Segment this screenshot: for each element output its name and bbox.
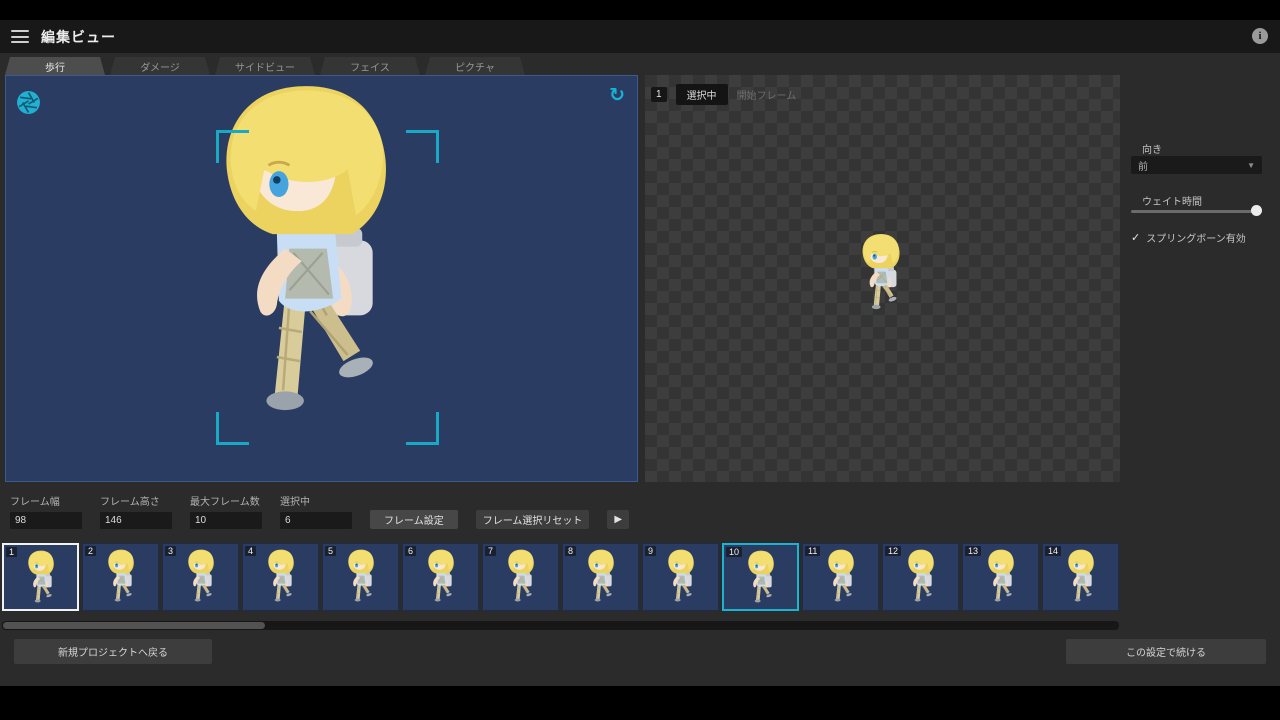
selected-frame-label: 選択中	[280, 493, 352, 508]
filmstrip-frame-7[interactable]: 7	[482, 543, 559, 611]
back-to-new-project-button[interactable]: 新規プロジェクトへ戻る	[14, 639, 212, 664]
frame-number: 13	[965, 546, 981, 556]
character-thumbnail	[1061, 549, 1101, 609]
frame-number: 7	[485, 546, 496, 556]
frame-number: 4	[245, 546, 256, 556]
character-thumbnail	[501, 549, 541, 609]
tab-walk[interactable]: 歩行	[5, 57, 105, 75]
app-window: 編集ビュー i 歩行 ダメージ サイドビュー フェイス ピクチャ ↻ 1 選択中	[0, 20, 1280, 686]
character-thumbnail	[821, 549, 861, 609]
sprite-canvas[interactable]: 1 選択中 開始フレーム	[645, 75, 1120, 482]
frame-height-field: フレーム高さ	[100, 493, 172, 529]
direction-dropdown[interactable]: 前 ▼	[1131, 156, 1262, 174]
frame-settings-button[interactable]: フレーム設定	[370, 510, 458, 529]
max-frames-field: 最大フレーム数	[190, 493, 262, 529]
frame-width-input[interactable]	[10, 512, 82, 529]
play-button[interactable]: ▶	[607, 510, 629, 529]
frame-number: 12	[885, 546, 901, 556]
scrollbar-thumb[interactable]	[3, 622, 265, 629]
header-bar: 編集ビュー i	[0, 20, 1280, 53]
letterboxed-stage: 編集ビュー i 歩行 ダメージ サイドビュー フェイス ピクチャ ↻ 1 選択中	[0, 0, 1280, 720]
frame-number: 11	[805, 546, 820, 556]
filmstrip-frame-6[interactable]: 6	[402, 543, 479, 611]
frame-selection-reset-button[interactable]: フレーム選択リセット	[476, 510, 590, 529]
character-thumbnail	[261, 549, 301, 609]
filmstrip: 1234567891011121314	[2, 543, 1119, 611]
filmstrip-frame-5[interactable]: 5	[322, 543, 399, 611]
character-thumbnail	[661, 549, 701, 609]
filmstrip-frame-2[interactable]: 2	[82, 543, 159, 611]
hamburger-menu-icon[interactable]	[11, 30, 29, 43]
slider-knob[interactable]	[1251, 205, 1262, 216]
current-frame-badge: 1	[651, 87, 667, 102]
focus-bracket-top-right	[406, 130, 439, 163]
frame-number: 2	[85, 546, 96, 556]
character-thumbnail	[741, 550, 781, 610]
frame-settings-row: フレーム幅 フレーム高さ 最大フレーム数 選択中 フレーム設定 フレーム選択リセ…	[10, 493, 629, 529]
filmstrip-scrollbar[interactable]	[2, 621, 1119, 630]
filmstrip-frame-14[interactable]: 14	[1042, 543, 1119, 611]
wait-time-slider[interactable]	[1131, 204, 1262, 218]
filmstrip-frame-10[interactable]: 10	[722, 543, 799, 611]
selected-frame-field: 選択中	[280, 493, 352, 529]
selected-frame-input[interactable]	[280, 512, 352, 529]
tab-sideview[interactable]: サイドビュー	[215, 57, 315, 75]
springbone-label: スプリングボーン有効	[1146, 230, 1246, 245]
focus-bracket-top-left	[216, 130, 249, 163]
tab-picture[interactable]: ピクチャ	[425, 57, 525, 75]
character-thumbnail	[21, 550, 61, 610]
refresh-rotate-icon[interactable]: ↻	[609, 86, 625, 105]
filmstrip-frame-1[interactable]: 1	[2, 543, 79, 611]
sprite-toolbar: 1 選択中 開始フレーム	[651, 84, 796, 105]
filmstrip-frame-13[interactable]: 13	[962, 543, 1039, 611]
frame-width-field: フレーム幅	[10, 493, 82, 529]
frame-height-input[interactable]	[100, 512, 172, 529]
filmstrip-frame-3[interactable]: 3	[162, 543, 239, 611]
frame-width-label: フレーム幅	[10, 493, 82, 508]
character-thumbnail	[981, 549, 1021, 609]
frame-number: 1	[6, 547, 17, 557]
tab-bar: 歩行 ダメージ サイドビュー フェイス ピクチャ	[5, 57, 525, 75]
settings-sidebar: 向き 前 ▼ ウェイト時間 ✓ スプリングボーン有効	[1120, 75, 1280, 486]
filmstrip-frame-11[interactable]: 11	[802, 543, 879, 611]
page-title: 編集ビュー	[41, 27, 116, 47]
frame-height-label: フレーム高さ	[100, 493, 172, 508]
max-frames-input[interactable]	[190, 512, 262, 529]
checkmark-icon: ✓	[1131, 231, 1140, 244]
character-sprite	[852, 233, 910, 320]
filmstrip-frame-9[interactable]: 9	[642, 543, 719, 611]
frame-number: 6	[405, 546, 416, 556]
direction-value: 前	[1138, 158, 1148, 173]
character-thumbnail	[901, 549, 941, 609]
character-thumbnail	[101, 549, 141, 609]
character-thumbnail	[341, 549, 381, 609]
slider-track	[1131, 210, 1262, 213]
info-icon[interactable]: i	[1252, 28, 1268, 44]
frame-number: 8	[565, 546, 576, 556]
frame-number: 14	[1045, 546, 1061, 556]
selected-toggle-button[interactable]: 選択中	[676, 84, 728, 105]
focus-bracket-bottom-left	[216, 412, 249, 445]
chevron-down-icon: ▼	[1247, 161, 1255, 170]
filmstrip-frame-4[interactable]: 4	[242, 543, 319, 611]
character-preview-viewport[interactable]: ↻	[5, 75, 638, 482]
filmstrip-frame-8[interactable]: 8	[562, 543, 639, 611]
character-thumbnail	[421, 549, 461, 609]
direction-label: 向き	[1142, 141, 1162, 156]
tab-damage[interactable]: ダメージ	[110, 57, 210, 75]
character-thumbnail	[581, 549, 621, 609]
focus-bracket-bottom-right	[406, 412, 439, 445]
filmstrip-frame-12[interactable]: 12	[882, 543, 959, 611]
frame-number: 5	[325, 546, 336, 556]
start-frame-toggle[interactable]: 開始フレーム	[737, 87, 797, 102]
tab-face[interactable]: フェイス	[320, 57, 420, 75]
springbone-checkbox[interactable]: ✓ スプリングボーン有効	[1131, 230, 1246, 245]
continue-with-settings-button[interactable]: この設定で続ける	[1066, 639, 1266, 664]
max-frames-label: 最大フレーム数	[190, 493, 262, 508]
frame-number: 3	[165, 546, 176, 556]
camera-aperture-icon[interactable]	[16, 90, 41, 115]
frame-number: 9	[645, 546, 656, 556]
character-thumbnail	[181, 549, 221, 609]
